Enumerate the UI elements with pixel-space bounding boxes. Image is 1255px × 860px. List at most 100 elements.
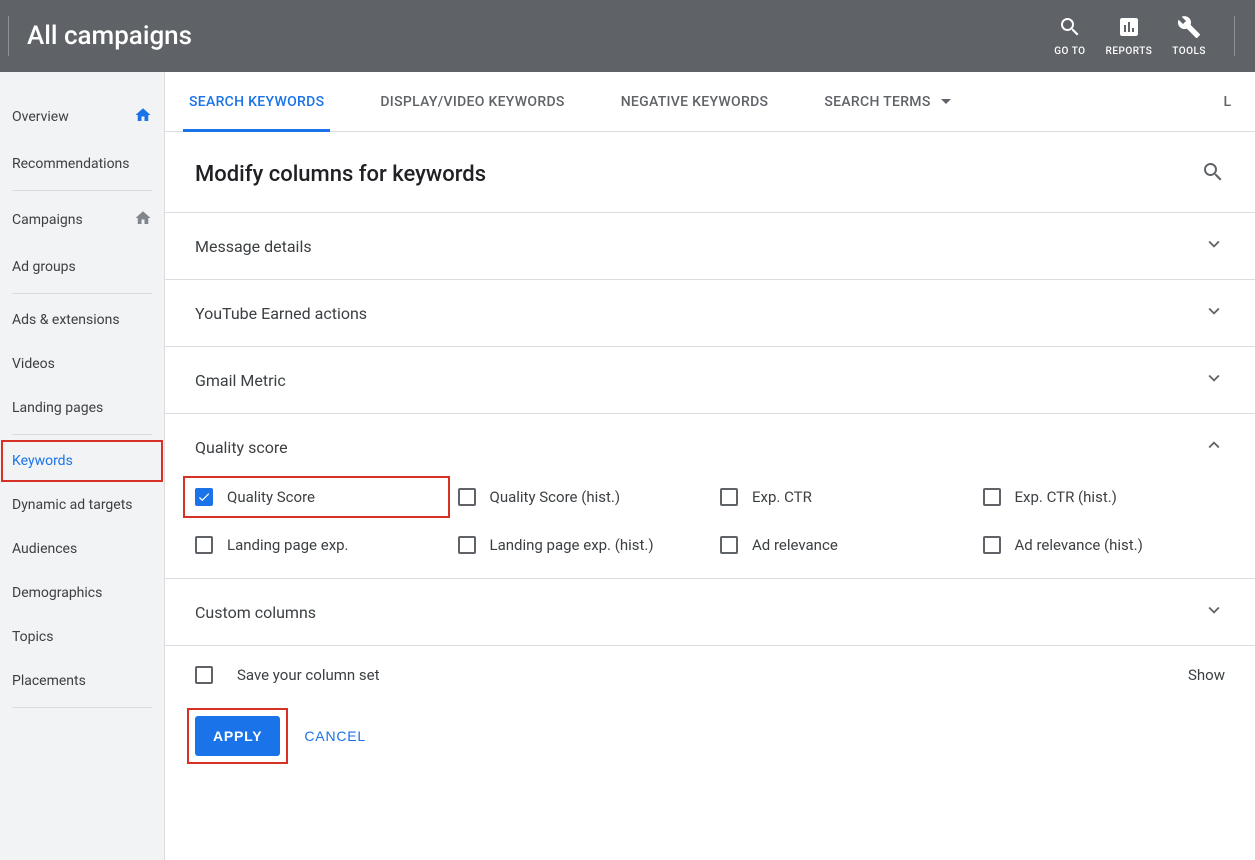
- sidebar-item-dynamic-ad-targets[interactable]: Dynamic ad targets: [0, 483, 164, 527]
- sidebar-divider: [12, 293, 152, 294]
- chevron-down-icon: [941, 99, 951, 104]
- search-icon[interactable]: [1201, 160, 1225, 188]
- tab-label: DISPLAY/VIDEO KEYWORDS: [380, 94, 564, 110]
- apply-highlight: APPLY: [189, 710, 286, 762]
- section-body: Quality Score Quality Score (hist.) Exp. C…: [165, 480, 1255, 578]
- sidebar-item-label: Landing pages: [12, 400, 152, 416]
- sidebar-item-campaigns[interactable]: Campaigns: [0, 195, 164, 245]
- check-item-landing-page-exp-[interactable]: Landing page exp.: [195, 536, 438, 554]
- checkbox[interactable]: [720, 536, 738, 554]
- page-title: Modify columns for keywords: [195, 162, 486, 187]
- sidebar-item-label: Overview: [12, 109, 134, 125]
- sidebar-item-label: Ads & extensions: [12, 312, 152, 328]
- sidebar-item-videos[interactable]: Videos: [0, 342, 164, 386]
- sections: Message details YouTube Earned actions Gma…: [165, 213, 1255, 646]
- checkbox-grid: Quality ScoreQuality Score (hist.)Exp. C…: [195, 488, 1225, 554]
- tabs-trail: L: [1223, 94, 1231, 110]
- home-icon: [134, 106, 152, 128]
- sidebar-item-label: Audiences: [12, 541, 152, 557]
- reports-icon: [1117, 15, 1141, 46]
- sidebar-divider: [12, 434, 152, 435]
- header-right: GO TO REPORTS TOOLS: [1054, 15, 1235, 57]
- sidebar-item-recommendations[interactable]: Recommendations: [0, 142, 164, 186]
- section-header[interactable]: Custom columns: [165, 579, 1255, 645]
- sidebar-item-ads-extensions[interactable]: Ads & extensions: [0, 298, 164, 342]
- sidebar-item-label: Ad groups: [12, 259, 152, 275]
- sidebar-item-label: Topics: [12, 629, 152, 645]
- tools-tool[interactable]: TOOLS: [1172, 15, 1206, 57]
- check-label: Landing page exp. (hist.): [490, 536, 654, 554]
- checkbox[interactable]: [195, 536, 213, 554]
- chevron-down-icon: [1203, 367, 1225, 393]
- tab-search-terms[interactable]: SEARCH TERMS: [824, 72, 950, 131]
- check-item-quality-score[interactable]: Quality Score: [185, 478, 448, 516]
- check-item-ad-relevance-hist-[interactable]: Ad relevance (hist.): [983, 536, 1226, 554]
- show-label[interactable]: Show: [1188, 666, 1225, 684]
- section-title: Gmail Metric: [195, 371, 286, 390]
- tab-label: SEARCH TERMS: [824, 94, 930, 110]
- tab-label: NEGATIVE KEYWORDS: [621, 94, 769, 110]
- check-item-ad-relevance[interactable]: Ad relevance: [720, 536, 963, 554]
- home-icon: [134, 209, 152, 231]
- sidebar-item-label: Videos: [12, 356, 152, 372]
- checkbox[interactable]: [983, 536, 1001, 554]
- section-gmail-metric: Gmail Metric: [165, 347, 1255, 414]
- save-columns-label: Save your column set: [237, 666, 380, 684]
- checkbox[interactable]: [458, 488, 476, 506]
- sidebar-item-demographics[interactable]: Demographics: [0, 571, 164, 615]
- checkbox[interactable]: [458, 536, 476, 554]
- sidebar-item-label: Keywords: [12, 453, 152, 469]
- chevron-down-icon: [1203, 599, 1225, 625]
- section-title: Custom columns: [195, 603, 316, 622]
- header-left: All campaigns: [0, 0, 192, 72]
- tab-display-video-keywords[interactable]: DISPLAY/VIDEO KEYWORDS: [380, 72, 564, 131]
- section-custom-columns: Custom columns: [165, 579, 1255, 646]
- header-right-divider: [1234, 16, 1235, 56]
- wrench-icon: [1177, 15, 1201, 46]
- app-header: All campaigns GO TO REPORTS TOOLS: [0, 0, 1255, 72]
- section-header[interactable]: YouTube Earned actions: [165, 280, 1255, 346]
- section-header[interactable]: Message details: [165, 213, 1255, 279]
- check-label: Quality Score (hist.): [490, 488, 621, 506]
- main: SEARCH KEYWORDS DISPLAY/VIDEO KEYWORDS NEG…: [165, 72, 1255, 860]
- tabs: SEARCH KEYWORDS DISPLAY/VIDEO KEYWORDS NEG…: [165, 72, 1255, 132]
- check-item-exp-ctr[interactable]: Exp. CTR: [720, 488, 963, 506]
- search-icon: [1058, 15, 1082, 46]
- section-youtube-earned-actions: YouTube Earned actions: [165, 280, 1255, 347]
- sidebar-item-overview[interactable]: Overview: [0, 92, 164, 142]
- tab-negative-keywords[interactable]: NEGATIVE KEYWORDS: [621, 72, 769, 131]
- check-label: Landing page exp.: [227, 536, 349, 554]
- sidebar-item-placements[interactable]: Placements: [0, 659, 164, 703]
- sidebar-item-topics[interactable]: Topics: [0, 615, 164, 659]
- check-item-landing-page-exp-hist-[interactable]: Landing page exp. (hist.): [458, 536, 701, 554]
- tab-label: SEARCH KEYWORDS: [189, 94, 324, 110]
- sidebar-item-audiences[interactable]: Audiences: [0, 527, 164, 571]
- checkbox[interactable]: [720, 488, 738, 506]
- cancel-button[interactable]: CANCEL: [304, 728, 366, 744]
- tools-label: TOOLS: [1172, 46, 1206, 57]
- checkbox[interactable]: [195, 488, 213, 506]
- header-divider: [8, 16, 9, 56]
- sidebar-item-landing-pages[interactable]: Landing pages: [0, 386, 164, 430]
- tab-search-keywords[interactable]: SEARCH KEYWORDS: [189, 72, 324, 131]
- chevron-down-icon: [1203, 300, 1225, 326]
- reports-tool[interactable]: REPORTS: [1106, 15, 1153, 57]
- section-message-details: Message details: [165, 213, 1255, 280]
- section-header[interactable]: Quality score: [165, 414, 1255, 480]
- check-item-quality-score-hist-[interactable]: Quality Score (hist.): [458, 488, 701, 506]
- sidebar-item-keywords[interactable]: Keywords: [0, 439, 164, 483]
- check-label: Ad relevance (hist.): [1015, 536, 1143, 554]
- section-title: YouTube Earned actions: [195, 304, 367, 323]
- chevron-up-icon: [1203, 434, 1225, 460]
- section-header[interactable]: Gmail Metric: [165, 347, 1255, 413]
- save-row: Save your column set Show: [165, 646, 1255, 694]
- sidebar-item-ad-groups[interactable]: Ad groups: [0, 245, 164, 289]
- checkbox[interactable]: [983, 488, 1001, 506]
- save-columns-checkbox[interactable]: [195, 666, 213, 684]
- check-item-exp-ctr-hist-[interactable]: Exp. CTR (hist.): [983, 488, 1226, 506]
- goto-tool[interactable]: GO TO: [1054, 15, 1085, 57]
- section-title: Quality score: [195, 438, 288, 457]
- apply-button[interactable]: APPLY: [195, 716, 280, 756]
- sidebar-divider: [12, 190, 152, 191]
- actions: APPLY CANCEL: [165, 694, 1255, 782]
